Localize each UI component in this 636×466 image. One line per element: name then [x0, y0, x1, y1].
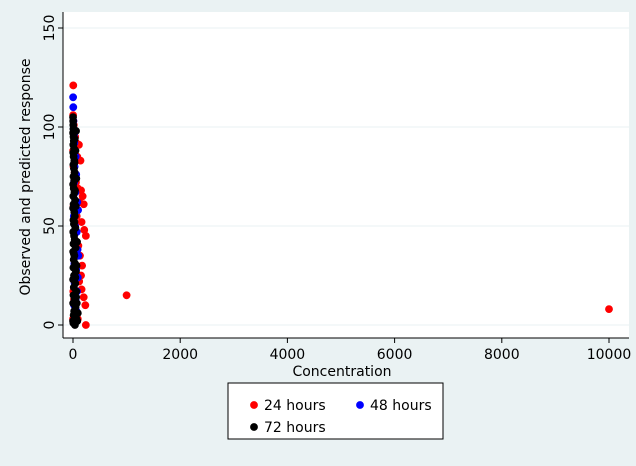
point-s2-68	[71, 146, 80, 155]
point-s0-17	[78, 192, 87, 201]
y-tick-label-1: 50	[42, 217, 58, 235]
y-tick-label-2: 100	[42, 114, 58, 141]
x-tick-label-2: 4000	[270, 347, 306, 363]
x-tick-label-3: 6000	[377, 347, 413, 363]
y-tick-label-0: 0	[42, 321, 58, 330]
point-s2-60	[72, 261, 81, 270]
point-s2-69	[70, 134, 79, 143]
point-s0-0	[69, 81, 78, 90]
point-s2-59	[71, 273, 80, 282]
legend-label-1: 48 hours	[370, 398, 432, 414]
point-s2-62	[73, 237, 81, 246]
legend-label-0: 24 hours	[264, 398, 326, 414]
point-s1-1	[69, 103, 78, 112]
chart-root: 0 50 100 150 0 2000 4000 6000 8000 10000 Concentr…	[0, 0, 636, 462]
point-s2-64	[71, 202, 80, 211]
point-s1-0	[69, 93, 78, 102]
point-s2-58	[72, 293, 81, 302]
legend-marker-2	[250, 423, 258, 431]
legend-marker-1	[356, 401, 364, 409]
point-s2-56	[73, 309, 82, 318]
scatter-chart: 0 50 100 150 0 2000 4000 6000 8000 10000 Concentr…	[0, 0, 636, 462]
legend-label-2: 72 hours	[264, 420, 326, 436]
point-s0-18	[79, 200, 88, 209]
point-s0-32	[81, 301, 90, 310]
y-axis-label: Observed and predicted response	[18, 58, 34, 295]
point-s2-55	[73, 317, 82, 325]
point-s2-63	[70, 218, 79, 226]
legend-marker-0	[250, 401, 258, 409]
point-s0-33	[81, 321, 90, 329]
point-s0-40	[605, 305, 613, 314]
x-tick-label-0: 0	[69, 347, 78, 363]
plot-area	[63, 12, 629, 338]
point-s2-66	[72, 174, 81, 183]
x-tick-label-1: 2000	[162, 347, 198, 363]
point-s0-39	[122, 291, 131, 300]
y-tick-label-3: 150	[42, 15, 58, 42]
x-axis-label: Concentration	[292, 364, 391, 380]
point-s2-70	[72, 127, 80, 135]
x-tick-label-5: 10000	[587, 347, 632, 363]
point-s2-65	[71, 186, 79, 195]
x-tick-label-4: 8000	[484, 347, 520, 363]
point-s0-23	[81, 231, 90, 240]
point-s2-61	[69, 249, 78, 258]
point-s0-21	[77, 218, 86, 226]
point-s2-67	[70, 158, 79, 167]
legend: 24 hours 48 hours 72 hours	[227, 382, 444, 440]
point-s0-31	[79, 293, 88, 302]
